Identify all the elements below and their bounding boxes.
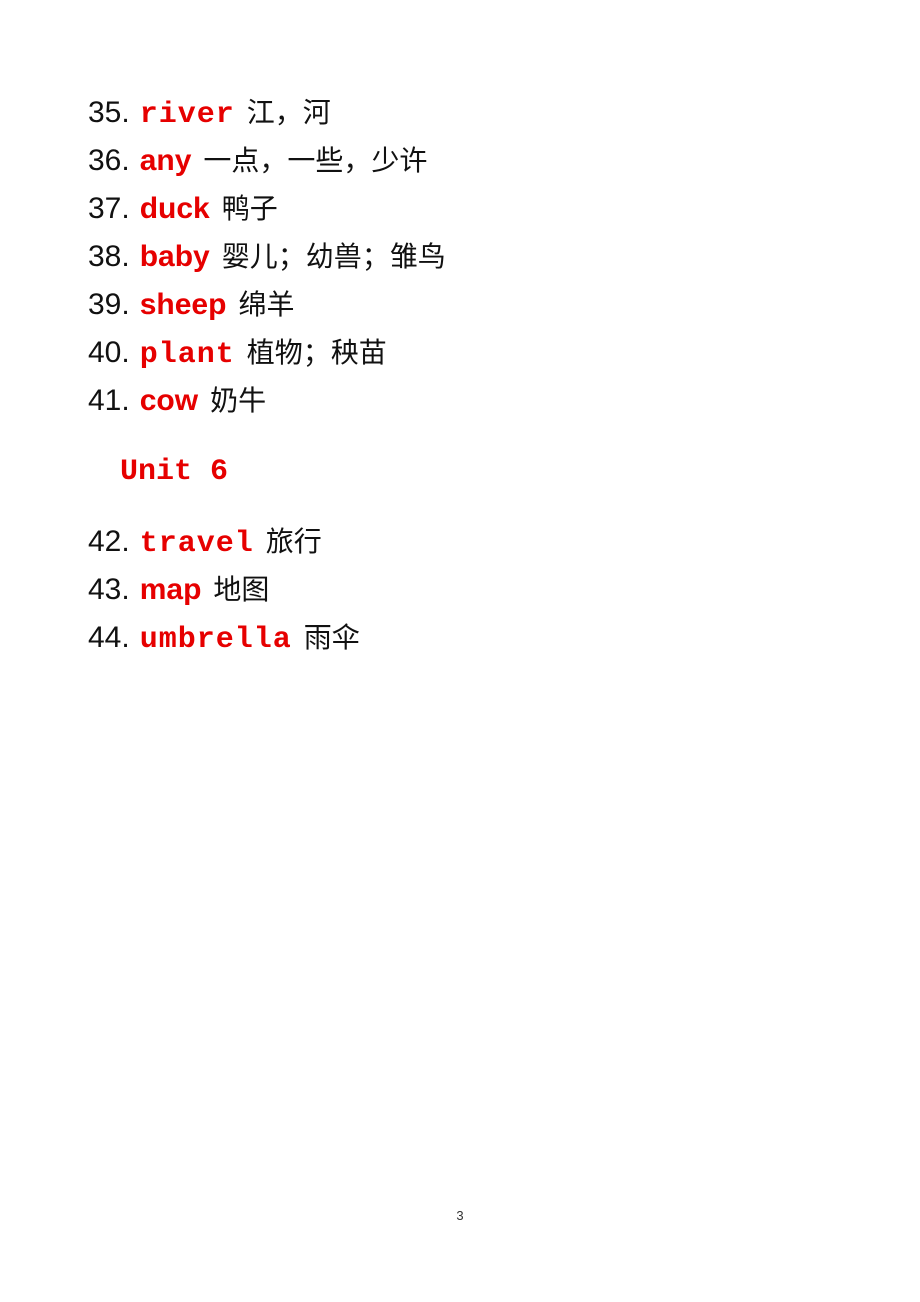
chinese-meaning: 奶牛 bbox=[210, 384, 267, 417]
chinese-meaning: 婴儿；幼兽；雏鸟 bbox=[221, 240, 446, 273]
chinese-meaning: 江，河 bbox=[246, 96, 331, 129]
chinese-meaning: 绵羊 bbox=[238, 288, 295, 321]
vocab-entry: 37. duck 鸭子 bbox=[88, 189, 278, 229]
vocab-entry: 36. any 一点，一些，少许 bbox=[88, 141, 427, 181]
vocab-entry: 41. cow 奶牛 bbox=[88, 381, 266, 421]
chinese-meaning: 雨伞 bbox=[303, 621, 360, 654]
vocab-entry: 35. river 江，河 bbox=[88, 93, 331, 133]
chinese-meaning: 植物；秧苗 bbox=[246, 336, 387, 369]
english-word: sheep bbox=[139, 288, 227, 321]
english-word: travel bbox=[139, 527, 254, 561]
vocab-entry: 38. baby 婴儿；幼兽；雏鸟 bbox=[88, 237, 446, 277]
english-word: duck bbox=[139, 192, 210, 225]
chinese-meaning: 一点，一些，少许 bbox=[203, 144, 428, 177]
entry-number: 41. bbox=[88, 384, 130, 417]
vocab-entry: 40. plant 植物；秧苗 bbox=[88, 333, 387, 373]
chinese-meaning: 旅行 bbox=[265, 525, 322, 558]
english-word: map bbox=[139, 573, 202, 606]
entry-number: 40. bbox=[88, 336, 130, 369]
entry-number: 35. bbox=[88, 96, 130, 129]
vocab-entry: 42. travel 旅行 bbox=[88, 522, 322, 562]
entry-number: 39. bbox=[88, 288, 130, 321]
english-word: plant bbox=[139, 338, 235, 372]
unit-heading: Unit 6 bbox=[120, 455, 229, 489]
chinese-meaning: 鸭子 bbox=[221, 192, 278, 225]
vocab-entry: 44. umbrella 雨伞 bbox=[88, 618, 360, 658]
english-word: umbrella bbox=[139, 623, 292, 657]
entry-number: 38. bbox=[88, 240, 130, 273]
vocab-entry: 39. sheep 绵羊 bbox=[88, 285, 294, 325]
chinese-meaning: 地图 bbox=[213, 573, 270, 606]
english-word: cow bbox=[139, 384, 199, 417]
vocab-entry: 43. map 地图 bbox=[88, 570, 269, 610]
document-page: 35. river 江，河 36. any 一点，一些，少许 37. duck 鸭子 38.… bbox=[0, 0, 920, 1302]
entry-number: 37. bbox=[88, 192, 130, 225]
entry-number: 43. bbox=[88, 573, 130, 606]
english-word: baby bbox=[139, 240, 210, 273]
entry-number: 36. bbox=[88, 144, 130, 177]
entry-number: 42. bbox=[88, 525, 130, 558]
english-word: any bbox=[139, 144, 192, 177]
english-word: river bbox=[139, 98, 235, 132]
entry-number: 44. bbox=[88, 621, 130, 654]
page-number: 3 bbox=[456, 1208, 464, 1223]
